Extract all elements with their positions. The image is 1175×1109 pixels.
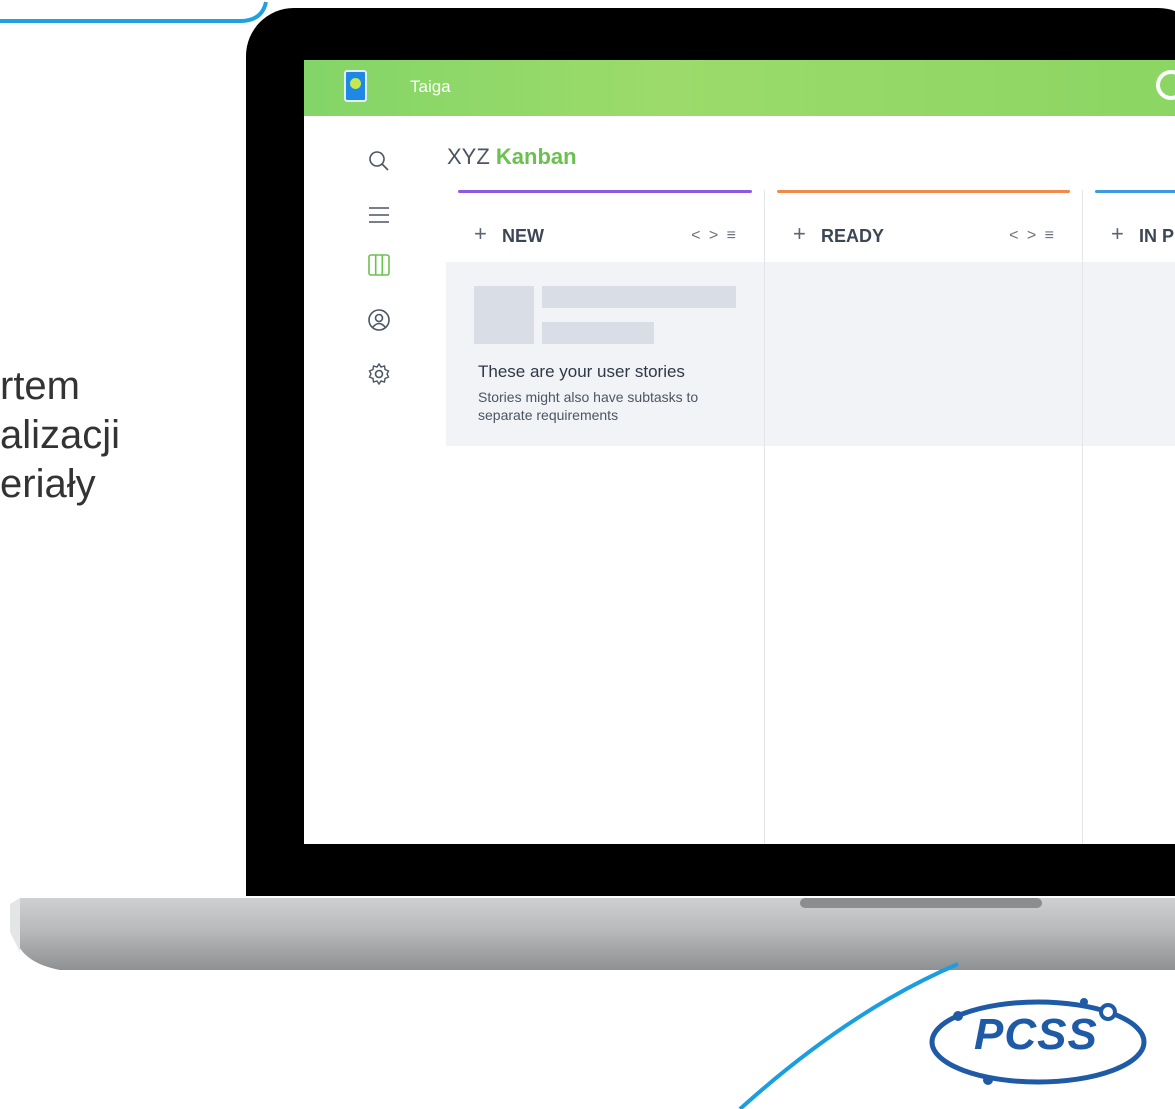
placeholder-line (542, 322, 654, 344)
add-story-button[interactable]: + (1111, 223, 1124, 245)
empty-state-title: These are your user stories (478, 362, 685, 381)
placeholder-line (542, 286, 736, 308)
add-story-button[interactable]: + (793, 223, 806, 245)
column-color-bar (1095, 190, 1175, 193)
app-topbar: Taiga (304, 60, 1175, 116)
column-title: NEW (502, 226, 544, 246)
column-title: READY (821, 226, 885, 246)
column-tools[interactable]: < > ≡ (691, 227, 738, 245)
app-title: Taiga (410, 77, 451, 96)
user-icon[interactable] (366, 307, 392, 333)
laptop-base (10, 898, 1175, 970)
kanban-column-ready: + READY < > ≡ (765, 190, 1083, 844)
kanban-column-new: + NEW < > ≡ These are your user stories … (446, 190, 765, 844)
column-body (1083, 262, 1175, 446)
add-story-button[interactable]: + (474, 223, 487, 245)
project-name: XYZ (447, 144, 490, 169)
slide: rtem alizacji eriały Taiga XYZ Kanban + … (0, 0, 1175, 1109)
slide-text-fragment: rtem alizacji eriały (0, 362, 260, 509)
laptop-screen: Taiga XYZ Kanban + NEW < > ≡ These are y… (304, 60, 1175, 844)
taiga-logo-icon[interactable] (344, 70, 367, 102)
column-tools[interactable]: < > ≡ (1009, 227, 1056, 245)
slide-text-line-2: alizacji (0, 413, 121, 457)
kanban-icon[interactable] (366, 252, 392, 278)
project-view-name: Kanban (495, 144, 577, 169)
column-header: + READY < > ≡ (765, 202, 1082, 262)
project-title: XYZ Kanban (447, 144, 577, 170)
column-color-bar (458, 190, 752, 193)
menu-icon[interactable] (366, 202, 392, 228)
column-title: IN PROGRESS (1139, 226, 1175, 246)
column-header: + IN PROGRESS < > ≡ (1083, 202, 1175, 262)
help-icon[interactable] (1156, 70, 1175, 100)
slide-text-line-1: rtem (0, 364, 80, 408)
pcss-logo: PCSS (928, 990, 1160, 1086)
slide-text-line-3: eriały (0, 462, 96, 506)
placeholder-thumbnail (474, 286, 534, 344)
kanban-column-in-progress: + IN PROGRESS < > ≡ (1083, 190, 1175, 844)
pcss-logo-text: PCSS (974, 1010, 1098, 1059)
empty-state-subtitle: Stories might also have subtasks to sepa… (478, 389, 699, 423)
search-icon[interactable] (366, 148, 392, 174)
settings-icon[interactable] (366, 361, 392, 387)
empty-state-card: These are your user stories Stories migh… (446, 262, 764, 446)
column-header: + NEW < > ≡ (446, 202, 764, 262)
column-color-bar (777, 190, 1070, 193)
column-body (765, 262, 1082, 446)
